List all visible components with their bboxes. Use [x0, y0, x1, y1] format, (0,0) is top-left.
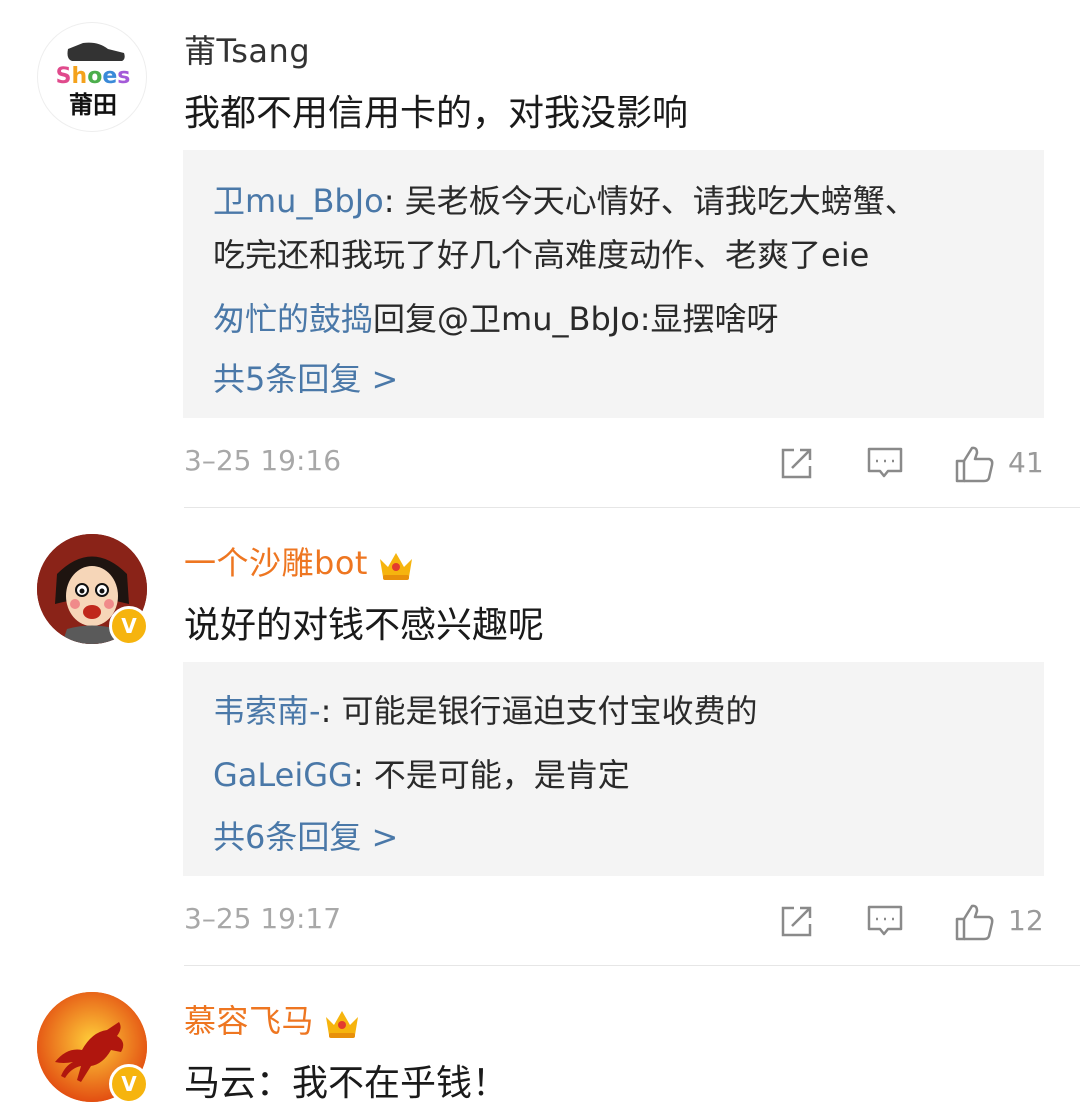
shoes-putian-logo-icon: Shoes 莆田 — [56, 42, 131, 119]
thumbs-up-icon — [955, 446, 994, 483]
reply-panel[interactable]: 韦索南-: 可能是银行逼迫支付宝收费的 GaLeiGG: 不是可能，是肯定 共6… — [183, 662, 1044, 876]
username[interactable]: 一个沙雕bot — [184, 538, 416, 584]
more-replies-link[interactable]: 共5条回复 > — [213, 354, 398, 400]
reply-author[interactable]: 韦索南- — [213, 692, 321, 730]
timestamp: 3–25 19:16 — [184, 444, 342, 477]
comment-meta: 3–25 19:17 12 — [184, 902, 1044, 942]
reply-line: 韦索南-: 可能是银行逼迫支付宝收费的 — [213, 692, 758, 730]
reply-line: GaLeiGG: 不是可能，是肯定 — [213, 756, 630, 794]
comment-button[interactable] — [866, 902, 904, 942]
svg-text:Shoes: Shoes — [56, 64, 131, 89]
avatar[interactable]: V — [37, 534, 149, 646]
comment-button[interactable] — [866, 444, 904, 484]
avatar[interactable]: V — [37, 992, 149, 1104]
username[interactable]: 慕容飞马 — [184, 996, 362, 1042]
divider — [184, 507, 1080, 508]
comment-icon — [867, 905, 903, 936]
reply-line: 吃完还和我玩了好几个高难度动作、老爽了eie — [213, 236, 870, 274]
reply-line: 卫mu_BbJo: 吴老板今天心情好、请我吃大螃蟹、 — [213, 182, 917, 220]
avatar-label: 莆田 — [69, 91, 117, 119]
like-count: 41 — [1008, 446, 1044, 479]
crown-icon — [326, 1011, 359, 1038]
share-icon — [781, 906, 812, 937]
thumbs-up-icon — [955, 904, 994, 941]
reply-line: 匆忙的鼓捣回复@卫mu_BbJo:显摆啥呀 — [213, 300, 779, 338]
username[interactable]: 莆Tsang — [184, 26, 310, 72]
comment-text: 我都不用信用卡的，对我没影响 — [184, 93, 689, 134]
reply-author[interactable]: 卫mu_BbJo — [213, 182, 384, 220]
reply-author[interactable]: 匆忙的鼓捣 — [213, 300, 373, 338]
comment-icon — [867, 447, 903, 478]
timestamp: 3–25 19:17 — [184, 902, 342, 935]
like-button[interactable]: 41 — [954, 444, 1044, 484]
comment-meta: 3–25 19:16 41 — [184, 444, 1044, 484]
more-replies-link[interactable]: 共6条回复 > — [213, 812, 398, 858]
reply-author[interactable]: GaLeiGG — [213, 756, 353, 794]
comment-text: 马云：我不在乎钱！ — [184, 1063, 509, 1104]
comment-item: V 一个沙雕bot 说好的对钱不感兴趣呢 韦索南-: 可能是银行逼迫支付宝收费的… — [0, 510, 1080, 965]
crown-icon — [379, 553, 412, 580]
like-button[interactable]: 12 — [954, 902, 1044, 942]
verified-badge-icon: V — [109, 606, 149, 646]
share-button[interactable] — [778, 902, 816, 942]
comment-text: 说好的对钱不感兴趣呢 — [184, 605, 545, 646]
share-icon — [781, 448, 812, 479]
like-count: 12 — [1008, 904, 1044, 937]
avatar[interactable]: Shoes 莆田 — [37, 22, 147, 132]
comment-item: Shoes 莆田 莆Tsang 我都不用信用卡的，对我没影响 卫mu_BbJo:… — [0, 0, 1080, 510]
comment-item: V 慕容飞马 马云：我不在乎钱！ — [0, 966, 1080, 1117]
share-button[interactable] — [778, 444, 816, 484]
reply-panel[interactable]: 卫mu_BbJo: 吴老板今天心情好、请我吃大螃蟹、 吃完还和我玩了好几个高难度… — [183, 150, 1044, 418]
verified-badge-icon: V — [109, 1064, 149, 1104]
